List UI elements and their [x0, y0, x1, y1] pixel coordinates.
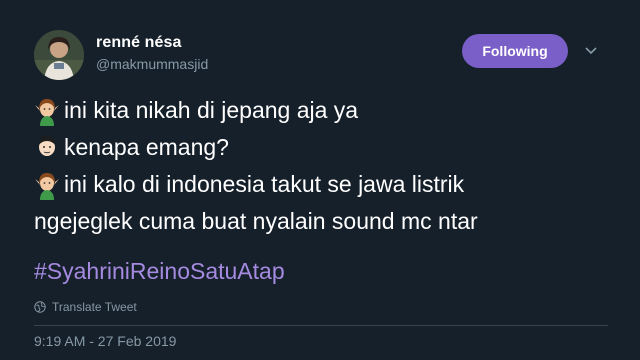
- translate-tweet-link[interactable]: Translate Tweet: [34, 300, 137, 314]
- author-handle[interactable]: @makmummasjid: [96, 56, 208, 72]
- tweet-line: ini kita nikah di jepang aja ya: [34, 92, 624, 129]
- chevron-down-icon[interactable]: [584, 44, 598, 58]
- avatar[interactable]: [34, 30, 84, 80]
- tweet-timestamp[interactable]: 9:19 AM - 27 Feb 2019: [34, 333, 176, 349]
- tweet-line-text: kenapa emang?: [64, 134, 229, 160]
- translate-tweet-label: Translate Tweet: [52, 300, 137, 314]
- globe-icon: [34, 301, 46, 313]
- tweet-line-text: ini kita nikah di jepang aja ya: [64, 97, 359, 123]
- tweet-line: ini kalo di indonesia takut se jawa list…: [34, 166, 624, 203]
- tweet-line-text: ngejeglek cuma buat nyalain sound mc nta…: [34, 208, 478, 234]
- woman-elf-emoji-icon: [35, 172, 59, 200]
- woman-elf-emoji-icon: [35, 98, 59, 126]
- tweet-text: ini kita nikah di jepang aja ya kenapa e…: [34, 92, 624, 240]
- divider: [34, 325, 608, 326]
- hashtag-link[interactable]: #SyahriniReinoSatuAtap: [34, 258, 285, 285]
- man-face-emoji-icon: [39, 135, 55, 156]
- author-display-name[interactable]: renné nésa: [96, 34, 181, 52]
- tweet-line-text: ini kalo di indonesia takut se jawa list…: [64, 171, 465, 197]
- tweet-card: renné nésa @makmummasjid Following ini k…: [0, 0, 640, 360]
- tweet-line: kenapa emang?: [34, 129, 624, 166]
- tweet-line: ngejeglek cuma buat nyalain sound mc nta…: [34, 203, 624, 240]
- following-button[interactable]: Following: [462, 34, 568, 68]
